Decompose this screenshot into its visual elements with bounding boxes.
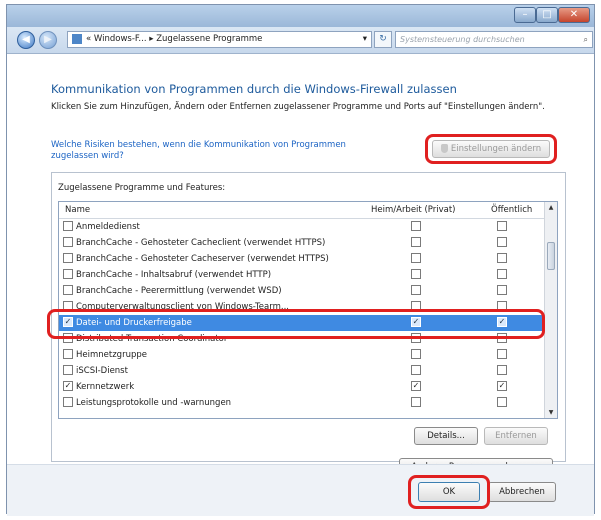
enable-checkbox[interactable] xyxy=(63,396,73,407)
list-item[interactable]: Anmeldedienst xyxy=(59,219,545,235)
column-name-header[interactable]: Name xyxy=(65,205,90,215)
program-name: Anmeldedienst xyxy=(76,222,140,232)
close-button[interactable]: ✕ xyxy=(558,7,590,23)
program-name: Kernnetzwerk xyxy=(76,382,135,392)
column-home-header[interactable]: Heim/Arbeit (Privat) xyxy=(371,205,456,215)
home-checkbox[interactable] xyxy=(411,220,421,231)
program-name: BranchCache - Gehosteter Cacheserver (ve… xyxy=(76,254,329,264)
home-checkbox[interactable]: ✓ xyxy=(411,380,421,391)
program-name: BranchCache - Gehosteter Cacheclient (ve… xyxy=(76,238,326,248)
home-checkbox[interactable] xyxy=(411,268,421,279)
list-item[interactable]: BranchCache - Gehosteter Cacheserver (ve… xyxy=(59,251,545,267)
details-button[interactable]: Details... xyxy=(414,427,478,445)
enable-checkbox[interactable]: ✓ xyxy=(63,380,73,391)
enable-checkbox[interactable] xyxy=(63,268,73,279)
public-checkbox[interactable] xyxy=(497,252,507,263)
list-item[interactable]: BranchCache - Inhaltsabruf (verwendet HT… xyxy=(59,267,545,283)
list-header: Name Heim/Arbeit (Privat) Öffentlich xyxy=(59,202,545,219)
scroll-down-icon[interactable]: ▼ xyxy=(545,409,557,416)
list-item-label: Anmeldedienst xyxy=(63,219,140,235)
search-input[interactable]: Systemsteuerung durchsuchen ⌕ xyxy=(395,31,593,48)
list-item[interactable]: ✓ Kernnetzwerk ✓ ✓ xyxy=(59,379,545,395)
public-checkbox[interactable] xyxy=(497,236,507,247)
list-item-label: Leistungsprotokolle und -warnungen xyxy=(63,395,231,411)
title-bar: – □ ✕ xyxy=(7,5,594,27)
list-scrollbar[interactable]: ▲ ▼ xyxy=(544,202,557,418)
scroll-up-icon[interactable]: ▲ xyxy=(545,204,557,211)
home-checkbox[interactable] xyxy=(411,284,421,295)
list-item[interactable]: Leistungsprotokolle und -warnungen xyxy=(59,395,545,411)
list-item-label: ✓ Kernnetzwerk xyxy=(63,379,134,395)
back-button[interactable]: ◀ xyxy=(17,31,35,49)
home-checkbox[interactable] xyxy=(411,236,421,247)
public-checkbox[interactable] xyxy=(497,396,507,407)
forward-button[interactable]: ▶ xyxy=(39,31,57,49)
enable-checkbox[interactable] xyxy=(63,284,73,295)
maximize-button[interactable]: □ xyxy=(536,7,558,23)
dialog-footer: OK Abbrechen xyxy=(7,464,594,516)
enable-checkbox[interactable] xyxy=(63,364,73,375)
remove-button[interactable]: Entfernen xyxy=(484,427,548,445)
list-item[interactable]: BranchCache - Gehosteter Cacheclient (ve… xyxy=(59,235,545,251)
enable-checkbox[interactable] xyxy=(63,348,73,359)
list-item-label: BranchCache - Peerermittlung (verwendet … xyxy=(63,283,282,299)
public-checkbox[interactable]: ✓ xyxy=(497,380,507,391)
home-checkbox[interactable] xyxy=(411,348,421,359)
cancel-button[interactable]: Abbrechen xyxy=(488,482,556,502)
list-item-label: BranchCache - Gehosteter Cacheserver (ve… xyxy=(63,251,329,267)
group-label: Zugelassene Programme und Features: xyxy=(58,183,226,193)
highlight-change-settings xyxy=(425,134,557,164)
enable-checkbox[interactable] xyxy=(63,236,73,247)
public-checkbox[interactable] xyxy=(497,284,507,295)
highlight-ok-button xyxy=(408,475,490,509)
list-item-label: BranchCache - Inhaltsabruf (verwendet HT… xyxy=(63,267,271,283)
address-bar[interactable]: « Windows-F... ▸ Zugelassene Programme ▾ xyxy=(67,31,372,48)
page-description: Klicken Sie zum Hinzufügen, Ändern oder … xyxy=(51,102,545,112)
program-name: Heimnetzgruppe xyxy=(76,350,147,360)
list-item-label: iSCSI-Dienst xyxy=(63,363,128,379)
home-checkbox[interactable] xyxy=(411,364,421,375)
list-item-label: BranchCache - Gehosteter Cacheclient (ve… xyxy=(63,235,325,251)
public-checkbox[interactable] xyxy=(497,220,507,231)
scrollbar-thumb[interactable] xyxy=(547,242,555,270)
public-checkbox[interactable] xyxy=(497,364,507,375)
list-item[interactable]: BranchCache - Peerermittlung (verwendet … xyxy=(59,283,545,299)
list-item[interactable]: Heimnetzgruppe xyxy=(59,347,545,363)
minimize-button[interactable]: – xyxy=(514,7,536,23)
list-item[interactable]: iSCSI-Dienst xyxy=(59,363,545,379)
program-name: Leistungsprotokolle und -warnungen xyxy=(76,398,232,408)
risk-help-link[interactable]: Welche Risiken bestehen, wenn die Kommun… xyxy=(51,140,371,162)
column-public-header[interactable]: Öffentlich xyxy=(491,205,532,215)
home-checkbox[interactable] xyxy=(411,252,421,263)
enable-checkbox[interactable] xyxy=(63,252,73,263)
search-icon[interactable]: ⌕ xyxy=(584,32,588,47)
page-title: Kommunikation von Programmen durch die W… xyxy=(51,82,457,96)
program-name: BranchCache - Peerermittlung (verwendet … xyxy=(76,286,282,296)
highlight-selected-row xyxy=(47,309,545,339)
list-item-label: Heimnetzgruppe xyxy=(63,347,147,363)
refresh-button[interactable]: ↻ xyxy=(374,31,392,48)
firewall-window: – □ ✕ ◀ ▶ « Windows-F... ▸ Zugelassene P… xyxy=(6,4,595,516)
public-checkbox[interactable] xyxy=(497,268,507,279)
home-checkbox[interactable] xyxy=(411,396,421,407)
program-name: iSCSI-Dienst xyxy=(76,366,128,376)
public-checkbox[interactable] xyxy=(497,348,507,359)
main-content: Kommunikation von Programmen durch die W… xyxy=(7,54,594,476)
address-dropdown-icon[interactable]: ▾ xyxy=(363,32,367,47)
breadcrumb[interactable]: « Windows-F... ▸ Zugelassene Programme xyxy=(86,34,262,44)
enable-checkbox[interactable] xyxy=(63,220,73,231)
control-panel-icon xyxy=(72,34,82,44)
search-placeholder: Systemsteuerung durchsuchen xyxy=(400,35,525,44)
program-name: BranchCache - Inhaltsabruf (verwendet HT… xyxy=(76,270,272,280)
navigation-bar: ◀ ▶ « Windows-F... ▸ Zugelassene Program… xyxy=(7,27,594,54)
